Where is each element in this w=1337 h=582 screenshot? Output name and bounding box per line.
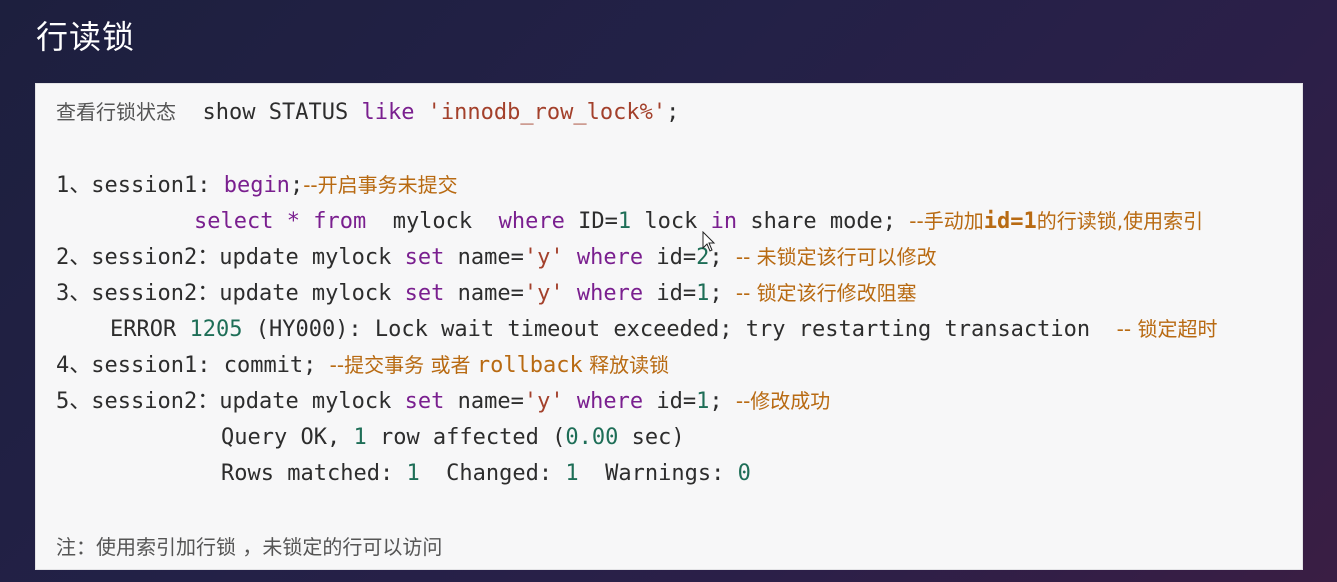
code-line-error-timeout: ERROR 1205 (HY000): Lock wait timeout ex… <box>110 317 1218 342</box>
code-line-query-ok: Query OK, 1 row affected (0.00 sec) <box>221 425 685 450</box>
code-line-session1-commit: 4、session1: commit; --提交事务 或者 rollback 释… <box>56 353 670 378</box>
code-line-rows-matched: Rows matched: 1 Changed: 1 Warnings: 0 <box>221 461 751 486</box>
code-line-session2-update-success: 5、session2：update mylock set name='y' wh… <box>56 389 831 414</box>
code-label: 查看行锁状态 <box>56 100 176 124</box>
code-line-session2-update-id2: 2、session2：update mylock set name='y' wh… <box>56 245 937 270</box>
code-line-session2-update-id1-blocked: 3、session2：update mylock set name='y' wh… <box>56 281 917 306</box>
mouse-cursor-icon <box>702 231 716 252</box>
code-line-show-status: 查看行锁状态 show STATUS like 'innodb_row_lock… <box>56 100 680 125</box>
code-line-session1-begin: 1、session1: begin;--开启事务未提交 <box>56 173 458 198</box>
footnote: 注：使用索引加行锁 ，未锁定的行可以访问 <box>56 535 443 559</box>
code-line-select-lock: select * from mylock where ID=1 lock in … <box>194 209 1204 234</box>
slide-title: 行读锁 <box>36 18 136 56</box>
code-panel: 查看行锁状态 show STATUS like 'innodb_row_lock… <box>35 83 1303 570</box>
